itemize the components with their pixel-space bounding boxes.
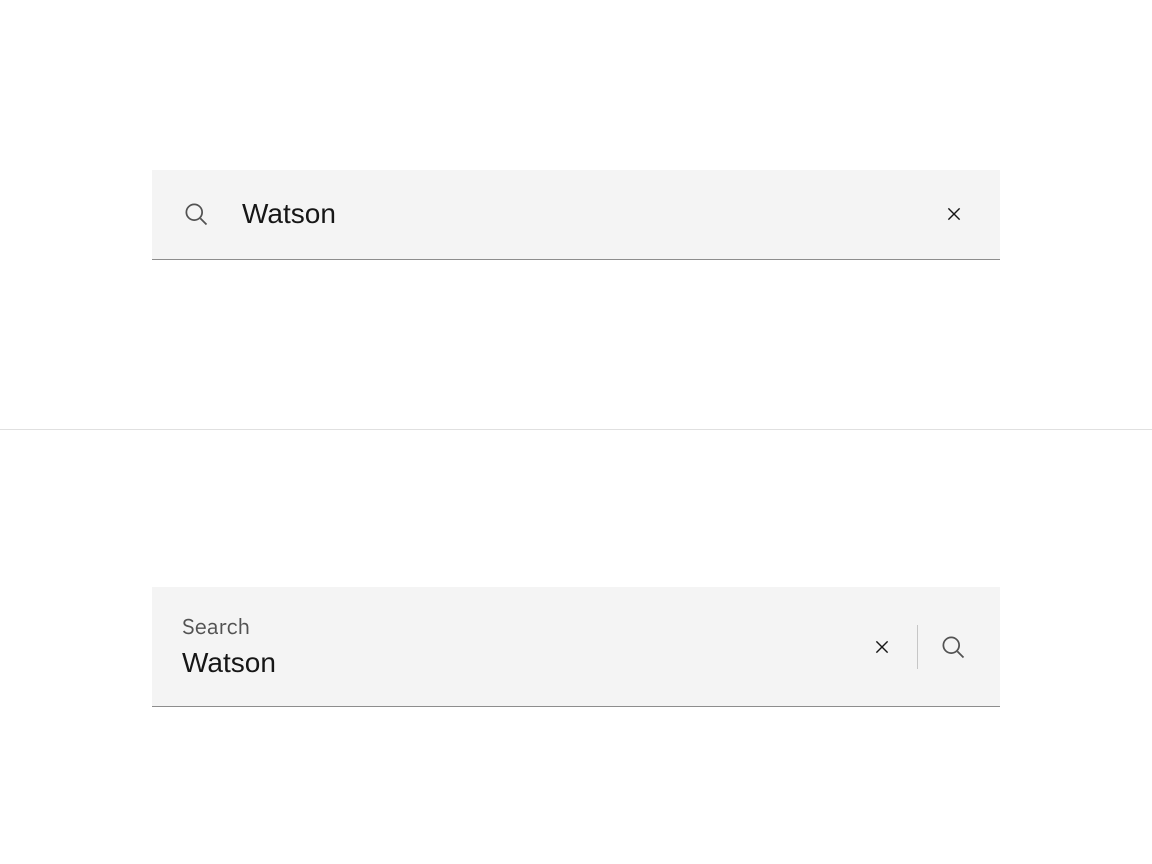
search-container-1 xyxy=(152,170,1000,260)
search-icon xyxy=(182,200,210,228)
section-search-variant-2: Search xyxy=(0,430,1152,864)
section-search-variant-1 xyxy=(0,0,1152,430)
search-field-wrapper: Search xyxy=(182,587,853,706)
search-input[interactable] xyxy=(182,647,853,679)
search-label: Search xyxy=(182,614,853,640)
clear-button[interactable] xyxy=(853,618,911,676)
vertical-divider xyxy=(917,625,918,669)
page-root: Search xyxy=(0,0,1152,864)
search-button[interactable] xyxy=(924,618,982,676)
search-field-icon-left xyxy=(152,170,1000,260)
search-field-floating-label: Search xyxy=(152,587,1000,707)
clear-button[interactable] xyxy=(928,188,980,240)
search-input[interactable] xyxy=(210,170,928,259)
search-actions xyxy=(853,587,982,706)
close-icon xyxy=(873,638,891,656)
search-icon xyxy=(939,633,967,661)
close-icon xyxy=(945,205,963,223)
search-container-2: Search xyxy=(152,587,1000,707)
